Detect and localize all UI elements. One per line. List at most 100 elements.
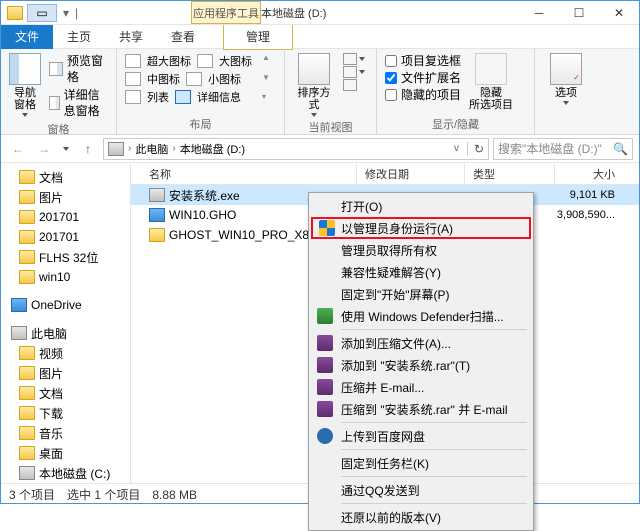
context-menu-item[interactable]: 压缩到 "安装系统.rar" 并 E-mail xyxy=(311,398,531,420)
fit-columns-button[interactable] xyxy=(343,79,365,91)
col-date[interactable]: 修改日期 xyxy=(357,163,465,184)
sort-icon xyxy=(298,53,330,85)
context-menu-item[interactable]: 压缩并 E-mail... xyxy=(311,376,531,398)
tree-item[interactable]: 201701 xyxy=(1,207,130,227)
preview-pane-button[interactable]: 预览窗格 xyxy=(49,53,108,85)
group-by-button[interactable] xyxy=(343,53,365,65)
col-name[interactable]: 名称 xyxy=(141,163,357,184)
qat-btn-1[interactable]: ▭ xyxy=(27,4,57,22)
layout-s-icon xyxy=(186,72,202,86)
file-tab[interactable]: 文件 xyxy=(1,24,53,49)
rar-icon xyxy=(317,379,333,395)
address-bar[interactable]: › 此电脑 › 本地磁盘 (D:) v ↻ xyxy=(103,138,489,160)
hide-icon xyxy=(475,53,507,85)
context-menu-item[interactable]: 以管理员身份运行(A) xyxy=(311,217,531,239)
tab-home[interactable]: 主页 xyxy=(53,24,105,49)
forward-button[interactable]: → xyxy=(33,138,55,160)
layout-xl-icon xyxy=(125,54,141,68)
minimize-button[interactable]: ─ xyxy=(519,1,559,24)
layout-l-icon xyxy=(197,54,213,68)
chevron-down-icon xyxy=(563,101,569,105)
refresh-button[interactable]: ↻ xyxy=(467,142,484,156)
rar-icon xyxy=(317,357,333,373)
tree-item[interactable]: 此电脑 xyxy=(1,323,130,343)
chevron-right-icon: › xyxy=(128,143,131,154)
tree-item[interactable]: 桌面 xyxy=(1,443,130,463)
breadcrumb-root[interactable]: 此电脑 xyxy=(135,141,168,157)
context-menu-item[interactable]: 兼容性疑难解答(Y) xyxy=(311,261,531,283)
tree-item[interactable]: 图片 xyxy=(1,363,130,383)
tree-item[interactable]: 下载 xyxy=(1,403,130,423)
ribbon-group-show: 项目复选框 文件扩展名 隐藏的项目 隐藏 所选项目 显示/隐藏 xyxy=(377,49,535,134)
context-menu-item[interactable]: 固定到"开始"屏幕(P) xyxy=(311,283,531,305)
layout-gallery[interactable]: 超大图标大图标 中图标小图标 列表详细信息 xyxy=(125,53,252,105)
context-menu-item[interactable]: 上传到百度网盘 xyxy=(311,425,531,447)
folder-icon xyxy=(19,170,35,184)
file-icon xyxy=(149,188,165,202)
context-menu-item[interactable]: 使用 Windows Defender扫描... xyxy=(311,305,531,327)
shield-icon xyxy=(319,220,335,236)
maximize-button[interactable]: ☐ xyxy=(559,1,599,24)
gallery-up-icon[interactable]: ▲ xyxy=(262,53,270,62)
folder-icon xyxy=(19,366,35,380)
tree-item[interactable]: 视频 xyxy=(1,343,130,363)
chevron-down-icon xyxy=(311,113,317,117)
folder-icon xyxy=(19,190,35,204)
gallery-more-icon[interactable]: ▾ xyxy=(262,92,270,101)
tab-view[interactable]: 查看 xyxy=(157,24,209,49)
baidu-icon xyxy=(317,428,333,444)
up-button[interactable]: ↑ xyxy=(77,138,99,160)
addr-dropdown[interactable]: v xyxy=(454,143,459,154)
history-dropdown[interactable] xyxy=(59,138,73,160)
options-button[interactable]: ✓ 选项 xyxy=(543,53,589,105)
context-menu-item[interactable]: 添加到 "安装系统.rar"(T) xyxy=(311,354,531,376)
folder-icon xyxy=(19,426,35,440)
sort-button[interactable]: 排序方式 xyxy=(293,53,335,117)
back-button[interactable]: ← xyxy=(7,138,29,160)
context-menu-item[interactable]: 固定到任务栏(K) xyxy=(311,452,531,474)
tab-share[interactable]: 共享 xyxy=(105,24,157,49)
context-menu-item[interactable]: 添加到压缩文件(A)... xyxy=(311,332,531,354)
tree-item[interactable]: 音乐 xyxy=(1,423,130,443)
tab-manage[interactable]: 管理 xyxy=(223,24,293,50)
tree-item[interactable]: win10 xyxy=(1,267,130,287)
folder-icon xyxy=(11,298,27,312)
ribbon-tabs: 文件 主页 共享 查看 管理 xyxy=(1,25,639,49)
navigation-bar: ← → ↑ › 此电脑 › 本地磁盘 (D:) v ↻ 搜索"本地磁盘 (D:)… xyxy=(1,135,639,163)
tree-item[interactable]: 文档 xyxy=(1,383,130,403)
detail-pane-button[interactable]: 详细信息窗格 xyxy=(49,87,108,119)
folder-icon[interactable] xyxy=(7,6,23,20)
hidden-items-toggle[interactable]: 隐藏的项目 xyxy=(385,87,461,103)
file-ext-toggle[interactable]: 文件扩展名 xyxy=(385,70,461,86)
file-icon xyxy=(149,208,165,222)
context-menu-item[interactable]: 还原以前的版本(V) xyxy=(311,506,531,528)
add-column-button[interactable] xyxy=(343,66,365,78)
hide-selected-button[interactable]: 隐藏 所选项目 xyxy=(469,53,513,111)
context-menu-item[interactable]: 管理员取得所有权 xyxy=(311,239,531,261)
col-size[interactable]: 大小 xyxy=(555,163,623,184)
context-menu-item[interactable]: 通过QQ发送到 xyxy=(311,479,531,501)
tree-item[interactable]: 文档 xyxy=(1,167,130,187)
col-type[interactable]: 类型 xyxy=(465,163,555,184)
tree-item[interactable]: OneDrive xyxy=(1,295,130,315)
folder-icon xyxy=(19,250,35,264)
tree-item[interactable]: 本地磁盘 (C:) xyxy=(1,463,130,483)
qat-dropdown[interactable]: ▾ xyxy=(61,6,71,20)
tree-item[interactable]: 图片 xyxy=(1,187,130,207)
rar-icon xyxy=(317,401,333,417)
gallery-down-icon[interactable]: ▼ xyxy=(262,73,270,82)
tree-item[interactable]: FLHS 32位 xyxy=(1,247,130,267)
window-controls: ─ ☐ ✕ xyxy=(519,1,639,24)
tree-item[interactable]: 201701 xyxy=(1,227,130,247)
folder-icon xyxy=(19,406,35,420)
status-selection: 选中 1 个项目 xyxy=(67,486,140,503)
nav-pane-button[interactable]: 导航窗格 xyxy=(9,53,41,117)
close-button[interactable]: ✕ xyxy=(599,1,639,24)
item-checkboxes-toggle[interactable]: 项目复选框 xyxy=(385,53,461,69)
search-input[interactable]: 搜索"本地磁盘 (D:)" 🔍 xyxy=(493,138,633,160)
window-title: 本地磁盘 (D:) xyxy=(261,5,326,21)
context-menu-item[interactable]: 打开(O) xyxy=(311,195,531,217)
breadcrumb-current[interactable]: 本地磁盘 (D:) xyxy=(180,141,245,157)
ribbon-group-layout: 超大图标大图标 中图标小图标 列表详细信息 ▲ ▼ ▾ 布局 xyxy=(117,49,285,134)
navigation-tree[interactable]: 文档图片201701201701FLHS 32位win10OneDrive此电脑… xyxy=(1,163,131,483)
